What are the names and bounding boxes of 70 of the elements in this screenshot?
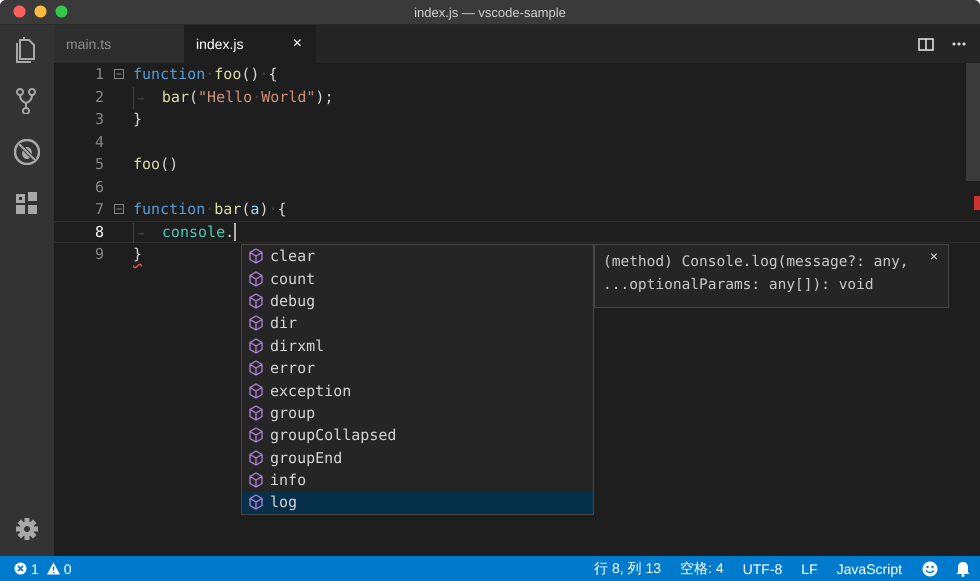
close-window-button[interactable]: [13, 5, 26, 18]
code-line: foo(): [133, 154, 178, 175]
window-title: index.js — vscode-sample: [414, 4, 566, 20]
smiley-icon[interactable]: [922, 560, 938, 576]
suggestion-item[interactable]: groupEnd: [242, 446, 593, 469]
cube-icon: [248, 338, 264, 354]
suggestion-item[interactable]: dir: [242, 312, 593, 335]
cube-icon: [248, 270, 264, 287]
suggestion-item[interactable]: group: [242, 402, 593, 424]
close-icon[interactable]: ×: [292, 35, 302, 53]
extensions-icon[interactable]: [14, 190, 40, 216]
code-line: function·foo()·{: [133, 64, 278, 85]
indentation[interactable]: 空格: 4: [680, 560, 724, 578]
zoom-window-button[interactable]: [55, 5, 68, 18]
cube-icon: [248, 494, 264, 510]
suggestion-item[interactable]: exception: [242, 379, 593, 402]
cube-icon: [248, 427, 264, 444]
line-number: 7: [94, 199, 104, 220]
cube-icon: [248, 315, 264, 332]
line-number: 6: [94, 176, 104, 198]
cube-icon: [248, 360, 264, 376]
close-icon[interactable]: ×: [930, 245, 938, 268]
editor-tab[interactable]: main.ts: [54, 25, 184, 63]
settings-icon[interactable]: [16, 518, 38, 540]
suggestion-item[interactable]: log: [242, 491, 593, 514]
split-editor-icon[interactable]: [918, 38, 934, 50]
more-actions-icon[interactable]: [952, 42, 966, 46]
cursor-position[interactable]: 行 8, 列 13: [594, 560, 662, 578]
cube-icon: [248, 382, 264, 399]
suggestion-item[interactable]: info: [242, 468, 593, 492]
language-mode[interactable]: JavaScript: [836, 560, 902, 576]
error-icon: [14, 562, 27, 575]
cube-icon: [248, 472, 264, 488]
cube-icon: [248, 450, 264, 466]
suggestion-item[interactable]: dirxml: [242, 334, 593, 357]
error-marker: [974, 196, 980, 210]
line-number: 8: [94, 222, 104, 242]
minimize-window-button[interactable]: [34, 5, 47, 18]
editor-tab[interactable]: index.js ×: [184, 25, 316, 63]
line-ending[interactable]: LF: [801, 560, 818, 576]
cube-icon: [248, 292, 264, 309]
suggestion-item[interactable]: error: [242, 356, 593, 380]
code-line: → console.: [133, 222, 236, 242]
warning-count[interactable]: 0: [64, 560, 72, 576]
collapse-icon[interactable]: [114, 204, 124, 214]
line-number: 4: [94, 132, 104, 152]
bell-icon[interactable]: [956, 560, 970, 576]
code-line: function·bar(a)·{: [133, 199, 287, 220]
collapse-icon[interactable]: [114, 69, 124, 80]
code-line: → bar("Hello·World");: [133, 86, 334, 108]
error-count[interactable]: 1: [31, 560, 39, 576]
suggestion-item[interactable]: debug: [242, 290, 593, 312]
line-number: 5: [94, 154, 104, 175]
code-line: }: [133, 244, 142, 265]
code-line: }: [133, 109, 142, 130]
scrollbar-thumb[interactable]: [966, 63, 980, 181]
signature-text: ...optionalParams: any[]): void: [603, 276, 875, 294]
cube-icon: [248, 404, 264, 421]
suggestion-item[interactable]: clear: [242, 245, 593, 268]
line-number: 2: [94, 86, 104, 108]
line-number: 3: [94, 109, 104, 130]
signature-text: (method) Console.log(message?: any,: [603, 253, 910, 272]
cube-icon: [248, 248, 264, 264]
suggestion-item[interactable]: groupCollapsed: [242, 424, 593, 447]
line-number: 1: [94, 64, 104, 85]
debug-icon[interactable]: [14, 139, 40, 165]
suggestion-item[interactable]: count: [242, 267, 593, 290]
line-number: 9: [94, 244, 104, 265]
warning-icon: [46, 562, 60, 575]
encoding[interactable]: UTF-8: [742, 560, 782, 576]
